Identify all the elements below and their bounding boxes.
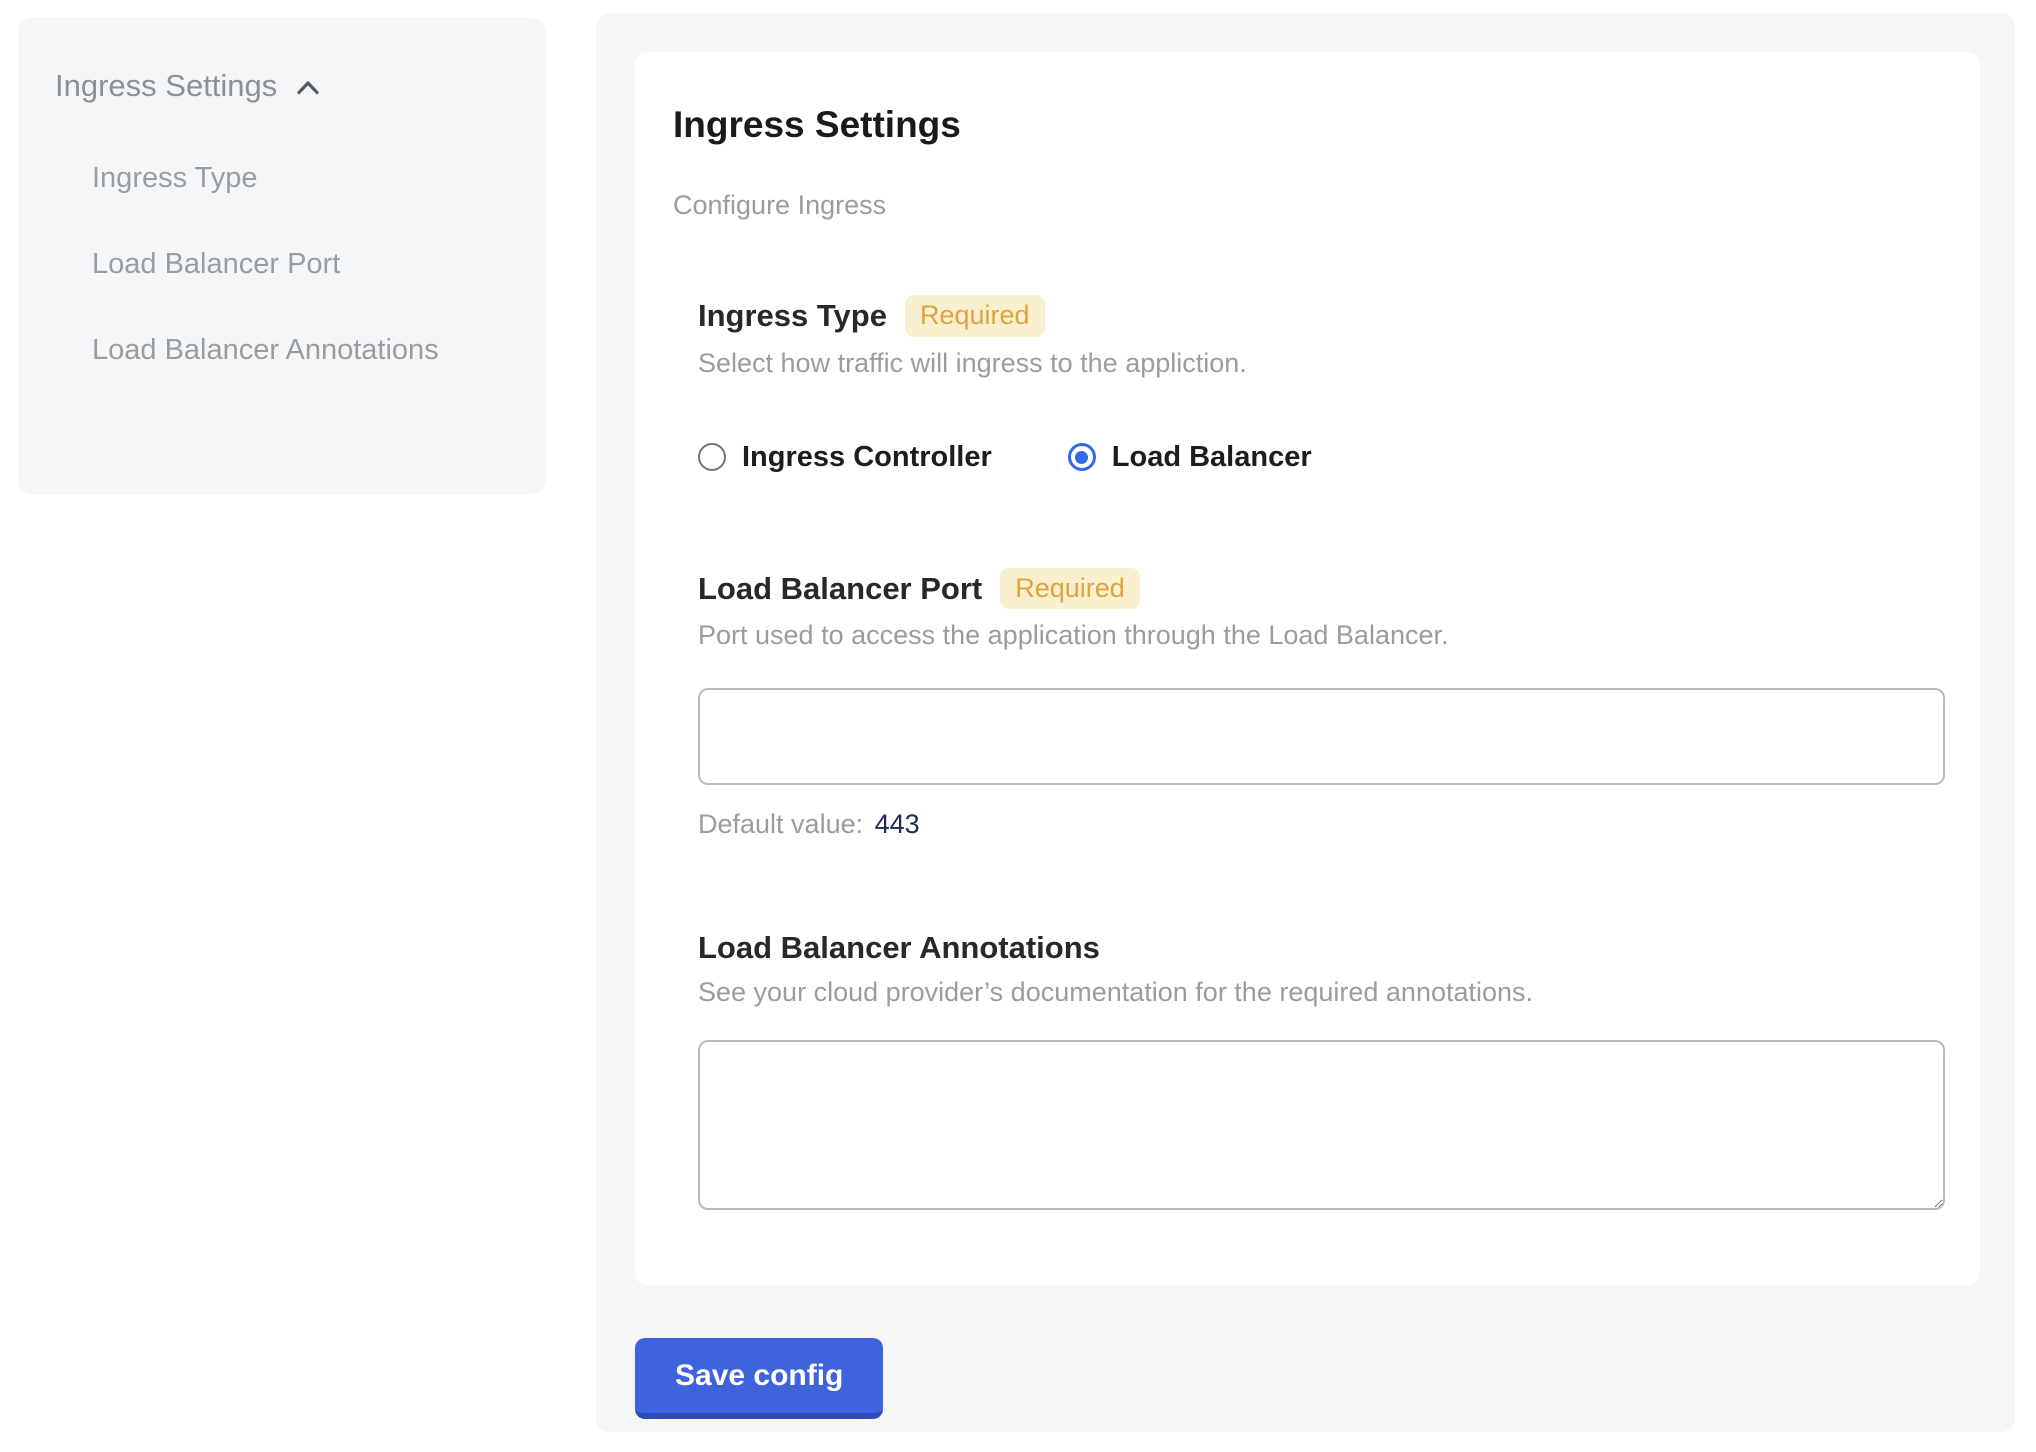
save-config-button[interactable]: Save config: [635, 1338, 883, 1419]
settings-sidebar: Ingress Settings Ingress Type Load Balan…: [18, 18, 546, 494]
load-balancer-port-label: Load Balancer Port: [698, 571, 982, 607]
load-balancer-port-input[interactable]: [698, 688, 1945, 785]
radio-load-balancer[interactable]: [1068, 443, 1096, 471]
load-balancer-annotations-label: Load Balancer Annotations: [698, 930, 1100, 966]
page-title: Ingress Settings: [673, 104, 1945, 146]
sidebar-item-load-balancer-annotations[interactable]: Load Balancer Annotations: [92, 320, 472, 380]
default-value-label: Default value:: [698, 809, 863, 839]
required-badge: Required: [1000, 568, 1140, 610]
load-balancer-annotations-label-row: Load Balancer Annotations: [698, 930, 1945, 966]
page-subtitle: Configure Ingress: [673, 190, 1945, 221]
sidebar-section-toggle[interactable]: Ingress Settings: [55, 68, 518, 104]
load-balancer-annotations-textarea[interactable]: [698, 1040, 1945, 1210]
load-balancer-port-label-row: Load Balancer Port Required: [698, 568, 1945, 610]
ingress-settings-card: Ingress Settings Configure Ingress Ingre…: [635, 52, 1980, 1285]
radio-ingress-controller[interactable]: [698, 443, 726, 471]
load-balancer-annotations-field: Load Balancer Annotations See your cloud…: [698, 930, 1945, 1210]
radio-option-ingress-controller[interactable]: Ingress Controller: [698, 441, 992, 474]
load-balancer-port-description: Port used to access the application thro…: [698, 620, 1945, 651]
sidebar-section-label: Ingress Settings: [55, 68, 277, 104]
sidebar-nav: Ingress Type Load Balancer Port Load Bal…: [92, 148, 518, 380]
radio-option-load-balancer[interactable]: Load Balancer: [1068, 441, 1312, 474]
sidebar-item-load-balancer-port[interactable]: Load Balancer Port: [92, 234, 472, 294]
radio-dot: [1075, 451, 1088, 464]
default-value: 443: [875, 809, 920, 839]
ingress-type-label: Ingress Type: [698, 298, 887, 334]
sidebar-item-ingress-type[interactable]: Ingress Type: [92, 148, 472, 208]
ingress-type-description: Select how traffic will ingress to the a…: [698, 348, 1945, 379]
ingress-type-radio-group: Ingress Controller Load Balancer: [698, 441, 1945, 474]
ingress-settings-panel: Ingress Settings Configure Ingress Ingre…: [596, 13, 2015, 1432]
ingress-type-field: Ingress Type Required Select how traffic…: [698, 295, 1945, 474]
default-value-line: Default value: 443: [698, 809, 1945, 840]
required-badge: Required: [905, 295, 1045, 337]
radio-label-ingress-controller[interactable]: Ingress Controller: [742, 441, 992, 474]
radio-label-load-balancer[interactable]: Load Balancer: [1112, 441, 1312, 474]
chevron-up-icon: [293, 70, 323, 103]
load-balancer-annotations-description: See your cloud provider’s documentation …: [698, 977, 1945, 1008]
load-balancer-port-field: Load Balancer Port Required Port used to…: [698, 568, 1945, 841]
ingress-type-label-row: Ingress Type Required: [698, 295, 1945, 337]
